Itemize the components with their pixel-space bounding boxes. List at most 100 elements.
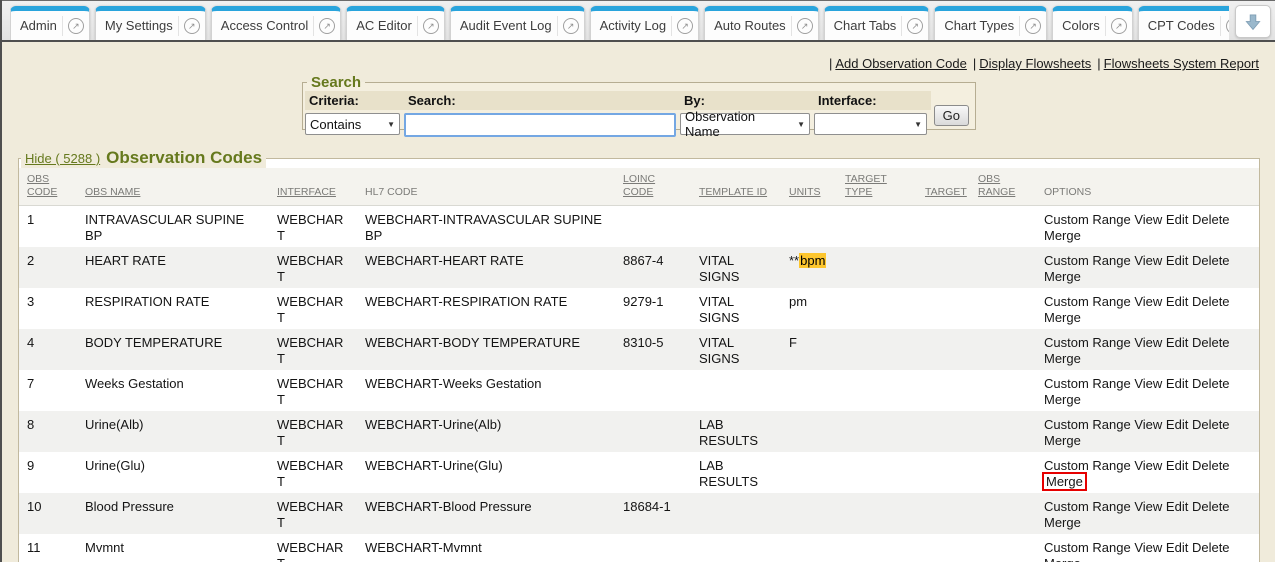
link-separator: |: [829, 56, 832, 71]
option-link-view[interactable]: View: [1134, 212, 1162, 227]
option-link-delete[interactable]: Delete: [1192, 417, 1230, 432]
open-in-new-window-icon[interactable]: ↗: [184, 18, 200, 34]
tab-strip: Admin↗My Settings↗Access Control↗AC Edit…: [10, 2, 1229, 40]
option-link-view[interactable]: View: [1134, 376, 1162, 391]
obs-code-cell: 2: [19, 247, 77, 288]
option-link-delete[interactable]: Delete: [1192, 540, 1230, 555]
option-link-delete[interactable]: Delete: [1192, 499, 1230, 514]
link-display-flowsheets[interactable]: Display Flowsheets: [979, 56, 1091, 71]
option-link-custom-range[interactable]: Custom Range: [1044, 458, 1131, 473]
hl7-code-cell: WEBCHART-HEART RATE: [357, 247, 615, 288]
open-in-new-window-icon[interactable]: ↗: [563, 18, 579, 34]
open-in-new-window-icon[interactable]: ↗: [797, 18, 813, 34]
option-link-edit[interactable]: Edit: [1166, 458, 1188, 473]
column-header-interface[interactable]: INTERFACE: [269, 168, 357, 206]
link-add-observation-code[interactable]: Add Observation Code: [835, 56, 967, 71]
go-button[interactable]: Go: [934, 105, 969, 126]
dropdown-caret-icon: ▼: [797, 120, 805, 129]
option-link-merge[interactable]: Merge: [1046, 474, 1083, 489]
units-search-highlight: bpm: [799, 253, 826, 268]
tab-ac-editor[interactable]: AC Editor↗: [346, 6, 445, 40]
link-flowsheets-system-report[interactable]: Flowsheets System Report: [1104, 56, 1259, 71]
option-link-edit[interactable]: Edit: [1166, 499, 1188, 514]
tab-access-control[interactable]: Access Control↗: [211, 6, 341, 40]
option-link-merge[interactable]: Merge: [1044, 433, 1081, 448]
criteria-select[interactable]: Contains ▼: [305, 113, 400, 135]
interface-select[interactable]: ▼: [814, 113, 927, 135]
option-link-custom-range[interactable]: Custom Range: [1044, 335, 1131, 350]
option-link-delete[interactable]: Delete: [1192, 335, 1230, 350]
loinc-code-cell: 18684-1: [615, 493, 691, 534]
tab-auto-routes[interactable]: Auto Routes ↗: [704, 6, 819, 40]
tab-activity-log[interactable]: Activity Log↗: [590, 6, 699, 40]
option-link-edit[interactable]: Edit: [1166, 540, 1188, 555]
open-in-new-window-icon[interactable]: ↗: [907, 18, 923, 34]
option-link-merge[interactable]: Merge: [1044, 269, 1081, 284]
hide-count-link[interactable]: Hide ( 5288 ): [25, 151, 100, 166]
by-select[interactable]: Observation Name ▼: [680, 113, 810, 135]
open-in-new-window-icon[interactable]: ↗: [319, 18, 335, 34]
open-in-new-window-icon[interactable]: ↗: [1111, 18, 1127, 34]
option-link-view[interactable]: View: [1134, 540, 1162, 555]
option-link-merge[interactable]: Merge: [1044, 556, 1081, 562]
tab-chart-tabs[interactable]: Chart Tabs↗: [824, 6, 930, 40]
option-link-delete[interactable]: Delete: [1192, 376, 1230, 391]
option-link-delete[interactable]: Delete: [1192, 458, 1230, 473]
option-link-view[interactable]: View: [1134, 458, 1162, 473]
option-link-edit[interactable]: Edit: [1166, 376, 1188, 391]
option-link-merge[interactable]: Merge: [1044, 392, 1081, 407]
option-link-edit[interactable]: Edit: [1166, 212, 1188, 227]
tab-my-settings[interactable]: My Settings↗: [95, 6, 206, 40]
option-link-edit[interactable]: Edit: [1166, 294, 1188, 309]
search-input[interactable]: [404, 113, 676, 137]
column-header-template-id[interactable]: TEMPLATE ID: [691, 168, 781, 206]
open-in-new-window-icon[interactable]: ↗: [423, 18, 439, 34]
option-link-edit[interactable]: Edit: [1166, 417, 1188, 432]
option-link-edit[interactable]: Edit: [1166, 253, 1188, 268]
option-link-view[interactable]: View: [1134, 335, 1162, 350]
obs-code-cell: 8: [19, 411, 77, 452]
column-header-target-type[interactable]: TARGET TYPE: [837, 168, 917, 206]
option-link-merge[interactable]: Merge: [1044, 515, 1081, 530]
option-link-custom-range[interactable]: Custom Range: [1044, 253, 1131, 268]
option-link-delete[interactable]: Delete: [1192, 212, 1230, 227]
column-header-obs-name[interactable]: OBS NAME: [77, 168, 269, 206]
obs-code-cell: 3: [19, 288, 77, 329]
column-header-loinc-code[interactable]: LOINC CODE: [615, 168, 691, 206]
option-link-merge[interactable]: Merge: [1044, 310, 1081, 325]
column-header-obs-range[interactable]: OBS RANGE: [970, 168, 1036, 206]
tab-admin[interactable]: Admin↗: [10, 6, 90, 40]
open-in-new-window-icon[interactable]: ↗: [1025, 18, 1041, 34]
option-link-custom-range[interactable]: Custom Range: [1044, 499, 1131, 514]
tab-chart-types[interactable]: Chart Types↗: [934, 6, 1047, 40]
option-link-custom-range[interactable]: Custom Range: [1044, 376, 1131, 391]
option-link-view[interactable]: View: [1134, 417, 1162, 432]
tab-cpt-codes[interactable]: CPT Codes↗: [1138, 6, 1229, 40]
column-header-obs-code[interactable]: OBS CODE: [19, 168, 77, 206]
option-link-custom-range[interactable]: Custom Range: [1044, 417, 1131, 432]
option-link-merge[interactable]: Merge: [1044, 228, 1081, 243]
option-link-custom-range[interactable]: Custom Range: [1044, 212, 1131, 227]
option-link-view[interactable]: View: [1134, 253, 1162, 268]
column-header-target[interactable]: TARGET: [917, 168, 970, 206]
open-in-new-window-icon[interactable]: ↗: [68, 18, 84, 34]
tab-label: Colors: [1062, 18, 1100, 33]
tab-colors[interactable]: Colors ↗: [1052, 6, 1133, 40]
open-in-new-window-icon[interactable]: ↗: [1226, 18, 1229, 34]
option-link-merge[interactable]: Merge: [1044, 351, 1081, 366]
tab-audit-event-log[interactable]: Audit Event Log↗: [450, 6, 585, 40]
option-link-view[interactable]: View: [1134, 294, 1162, 309]
open-in-new-window-icon[interactable]: ↗: [677, 18, 693, 34]
option-link-delete[interactable]: Delete: [1192, 253, 1230, 268]
hl7-code-cell: WEBCHART-Blood Pressure: [357, 493, 615, 534]
option-link-view[interactable]: View: [1134, 499, 1162, 514]
tab-label: Auto Routes: [714, 18, 786, 33]
option-link-edit[interactable]: Edit: [1166, 335, 1188, 350]
column-header-units[interactable]: UNITS: [781, 168, 837, 206]
option-link-delete[interactable]: Delete: [1192, 294, 1230, 309]
option-link-custom-range[interactable]: Custom Range: [1044, 540, 1131, 555]
tab-scroll-down-button[interactable]: [1235, 5, 1271, 38]
tab-divider: [62, 16, 63, 36]
option-link-custom-range[interactable]: Custom Range: [1044, 294, 1131, 309]
template-id-cell: [691, 534, 781, 562]
